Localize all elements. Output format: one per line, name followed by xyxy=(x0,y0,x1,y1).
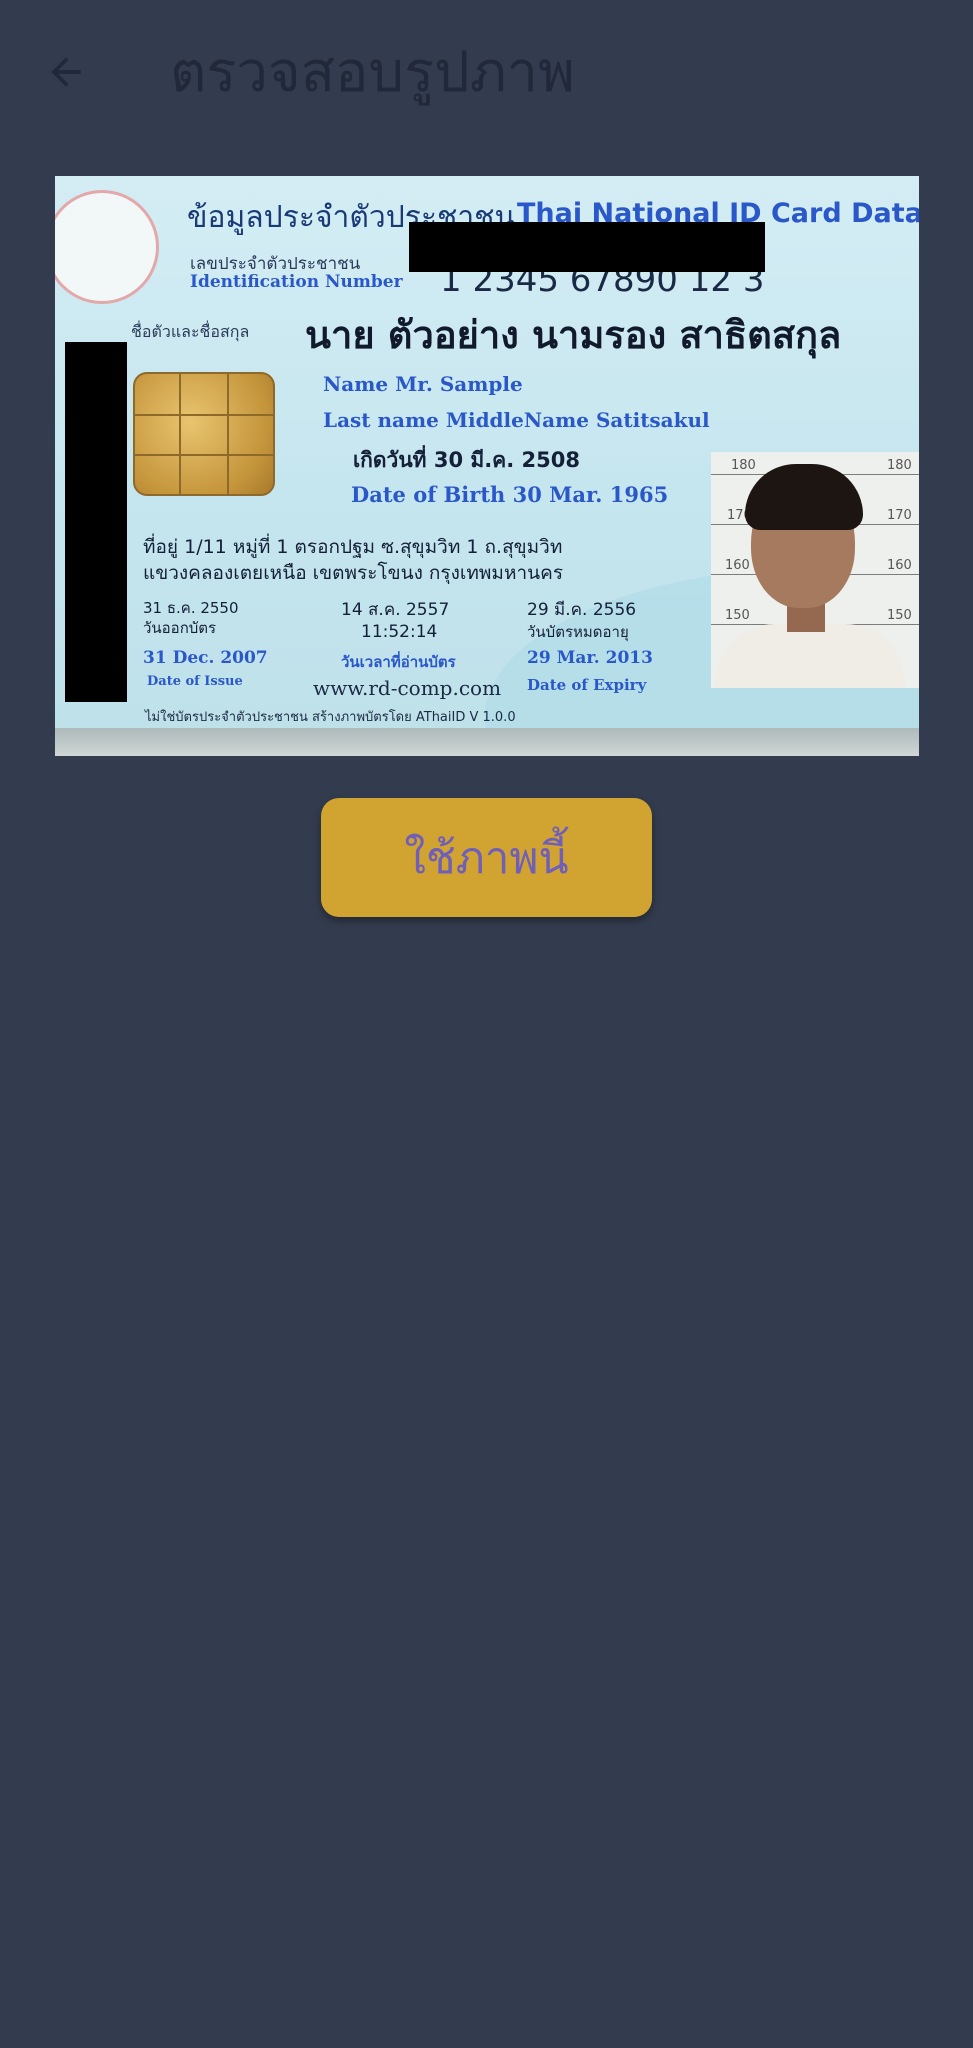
redaction-bar xyxy=(409,222,765,272)
use-this-photo-button[interactable]: ใช้ภาพนี้ xyxy=(321,798,652,917)
portrait-photo: 180 170 160 150 180 170 160 150 xyxy=(711,452,919,688)
issue-label-th: วันออกบัตร xyxy=(143,619,217,637)
id-card: ข้อมูลประจำตัวประชาชน Thai National ID C… xyxy=(55,176,919,728)
date-of-birth-th: เกิดวันที่ 30 มี.ค. 2508 xyxy=(353,448,580,472)
address-line-2: แขวงคลองเตยเหนือ เขตพระโขนง กรุงเทพมหานค… xyxy=(143,562,564,584)
read-date: 14 ส.ค. 2557 xyxy=(341,600,450,620)
chip-icon xyxy=(133,372,275,496)
redaction-bar xyxy=(65,342,127,702)
scale-label: 180 xyxy=(887,458,912,473)
id-label-en: Identification Number xyxy=(190,272,403,292)
page-title: ตรวจสอบรูปภาพ xyxy=(170,40,575,105)
read-time: 11:52:14 xyxy=(361,622,438,642)
date-of-birth-en: Date of Birth 30 Mar. 1965 xyxy=(351,482,669,507)
scale-label: 150 xyxy=(887,608,912,623)
arrow-left-icon xyxy=(51,57,81,87)
scale-label: 160 xyxy=(887,558,912,573)
scale-label: 150 xyxy=(725,608,750,623)
id-card-preview-image: ข้อมูลประจำตัวประชาชน Thai National ID C… xyxy=(55,176,919,756)
card-footer: ไม่ใช่บัตรประจำตัวประชาชน สร้างภาพบัตรโด… xyxy=(145,710,516,725)
last-name-en: Last name MiddleName Satitsakul xyxy=(323,408,710,432)
scale-label: 180 xyxy=(731,458,756,473)
portrait-shirt xyxy=(715,624,905,688)
expiry-label-en: Date of Expiry xyxy=(527,676,647,694)
issue-label-en: Date of Issue xyxy=(147,674,243,689)
back-button[interactable] xyxy=(30,36,102,108)
name-th: นาย ตัวอย่าง นามรอง สาธิตสกุล xyxy=(305,313,842,357)
expiry-date-th: 29 มี.ค. 2556 xyxy=(527,600,637,620)
app-bar: ตรวจสอบรูปภาพ xyxy=(0,0,973,150)
scale-label: 160 xyxy=(725,558,750,573)
expiry-label-th: วันบัตรหมดอายุ xyxy=(527,623,629,641)
read-label-th: วันเวลาที่อ่านบัตร xyxy=(341,653,456,671)
card-url: www.rd-comp.com xyxy=(313,676,502,700)
issue-date-en: 31 Dec. 2007 xyxy=(143,648,268,668)
card-shadow xyxy=(55,728,919,756)
name-en: Name Mr. Sample xyxy=(323,372,523,396)
name-label-th: ชื่อตัวและชื่อสกุล xyxy=(131,322,250,341)
expiry-date-en: 29 Mar. 2013 xyxy=(527,648,653,668)
card-seal-logo xyxy=(55,190,159,304)
scale-label: 170 xyxy=(887,508,912,523)
